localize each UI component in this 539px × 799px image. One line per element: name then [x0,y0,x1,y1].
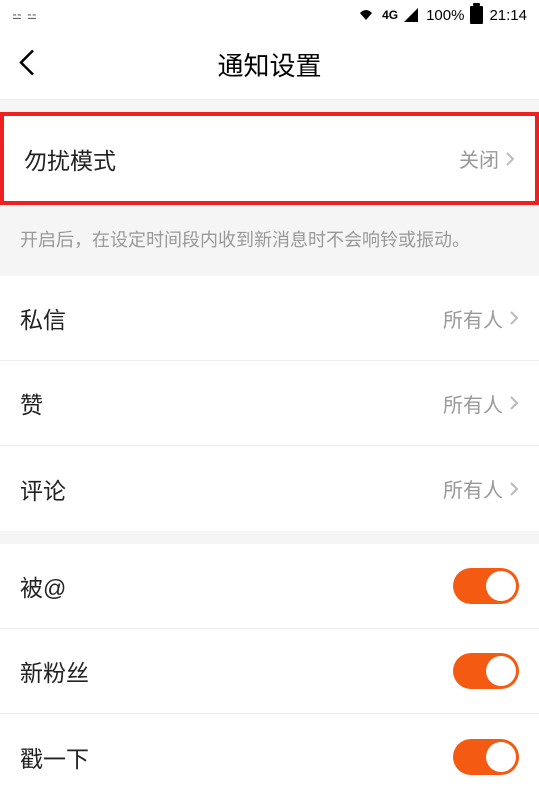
like-value: 所有人 [443,389,503,418]
comment-value: 所有人 [443,474,503,503]
battery-percent: 100% [426,7,464,24]
follower-toggle[interactable] [453,653,519,689]
follower-row[interactable]: 新粉丝 [0,629,539,714]
mention-row[interactable]: 被@ [0,544,539,629]
signal-icon [404,8,418,22]
comment-row[interactable]: 评论 所有人 [0,446,539,531]
nav-bar: 通知设置 [0,30,539,100]
chevron-right-icon [505,151,515,167]
poke-label: 戳一下 [20,740,89,774]
mention-label: 被@ [20,569,66,603]
back-button[interactable] [18,47,36,82]
chevron-right-icon [509,310,519,326]
wifi-icon [358,8,374,22]
page-title: 通知设置 [0,46,539,83]
dm-row[interactable]: 私信 所有人 [0,276,539,361]
comment-label: 评论 [20,472,66,506]
dnd-hint-text: 开启后，在设定时间段内收到新消息时不会响铃或振动。 [0,205,539,276]
status-right: 4G 100% 21:14 [358,6,527,24]
chevron-right-icon [509,395,519,411]
status-time: 21:14 [489,7,527,24]
dnd-row[interactable]: 勿扰模式 关闭 [4,116,535,201]
poke-toggle[interactable] [453,739,519,775]
like-row[interactable]: 赞 所有人 [0,361,539,446]
highlight-dnd: 勿扰模式 关闭 [0,112,539,205]
status-app-indicator: ⚍ ⚍ [12,9,38,22]
status-left: ⚍ ⚍ [12,9,38,22]
chevron-right-icon [509,481,519,497]
mention-toggle[interactable] [453,568,519,604]
like-label: 赞 [20,386,43,420]
dnd-right: 关闭 [459,144,515,173]
dm-label: 私信 [20,301,66,335]
dnd-label: 勿扰模式 [24,142,116,176]
dnd-value: 关闭 [459,144,499,173]
dm-value: 所有人 [443,304,503,333]
network-type: 4G [382,8,398,22]
follower-label: 新粉丝 [20,654,89,688]
battery-icon [470,6,483,24]
status-bar: ⚍ ⚍ 4G 100% 21:14 [0,0,539,30]
poke-row[interactable]: 戳一下 [0,714,539,799]
